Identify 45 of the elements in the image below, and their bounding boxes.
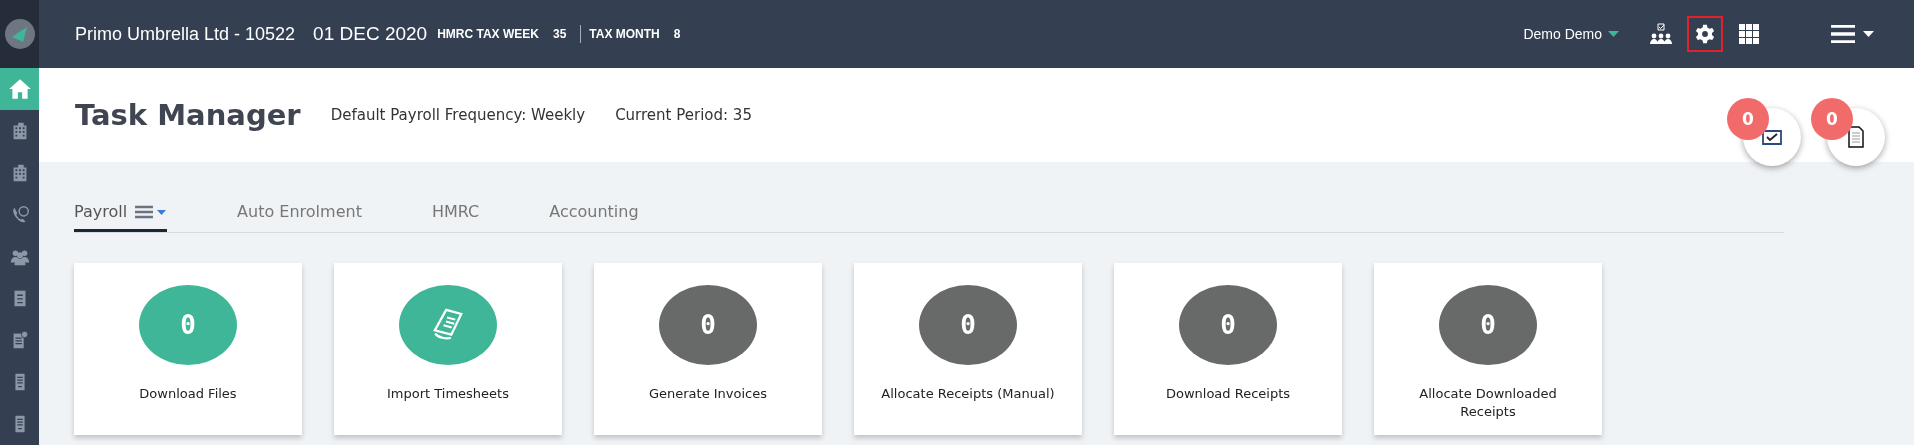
count-text: 0 [180, 310, 196, 340]
task-card[interactable]: 0 Download Files [74, 263, 302, 435]
payroll-frequency: Default Payroll Frequency: Weekly [330, 106, 586, 124]
document-icon [431, 308, 465, 342]
date-text: 01 DEC 2020 [313, 23, 428, 45]
user-menu[interactable]: Demo Demo [1523, 26, 1619, 42]
count-text: 0 [1220, 310, 1236, 340]
menu-icon [1831, 25, 1855, 43]
tax-month-value: 8 [673, 27, 681, 41]
task-label: Import Timesheets [386, 385, 510, 403]
tab[interactable]: HMRC [431, 192, 480, 232]
count-badge: 0 [1811, 98, 1853, 140]
task-card[interactable]: Import Timesheets [334, 263, 562, 435]
task-label: Generate Invoices [647, 385, 769, 403]
task-label: Download Files [138, 385, 238, 403]
caret-icon [1608, 31, 1619, 37]
count-text: 0 [1480, 310, 1496, 340]
task-card[interactable]: 0 Generate Invoices [594, 263, 822, 435]
task-card[interactable]: 0 Allocate Downloaded Receipts [1374, 263, 1602, 435]
tax-week-value: 35 [552, 27, 567, 41]
menu-button[interactable] [1831, 25, 1874, 43]
task-card[interactable]: 0 Allocate Receipts (Manual) [854, 263, 1082, 435]
caret-icon [1863, 31, 1874, 37]
task-label: Download Receipts [1164, 385, 1292, 403]
tax-month-label: TAX MONTH [589, 27, 660, 41]
task-card[interactable]: 0 Download Receipts [1114, 263, 1342, 435]
count-text: 0 [960, 310, 976, 340]
team-icon [1649, 22, 1673, 46]
task-label: Allocate Downloaded Receipts [1418, 385, 1558, 421]
task-label: Allocate Receipts (Manual) [880, 385, 1056, 403]
settings-icon-button[interactable] [1687, 16, 1723, 52]
logo-icon[interactable] [4, 19, 35, 49]
tax-week-label: HMRC TAX WEEK [437, 27, 539, 41]
count-badge: 0 [1727, 98, 1769, 140]
menu-icon [135, 204, 168, 219]
tab[interactable]: Auto Enrolment [237, 192, 362, 232]
tab[interactable]: Payroll [74, 192, 168, 232]
settings-icon [1694, 23, 1716, 45]
sidebar-item[interactable] [0, 68, 39, 110]
current-period: Current Period: 35 [615, 106, 752, 124]
page-title: Task Manager [75, 98, 301, 132]
count-text: 0 [700, 310, 716, 340]
grid-icon [1737, 22, 1761, 46]
company-name: Primo Umbrella Ltd - 10522 [75, 23, 296, 45]
tab[interactable]: Accounting [549, 192, 639, 232]
